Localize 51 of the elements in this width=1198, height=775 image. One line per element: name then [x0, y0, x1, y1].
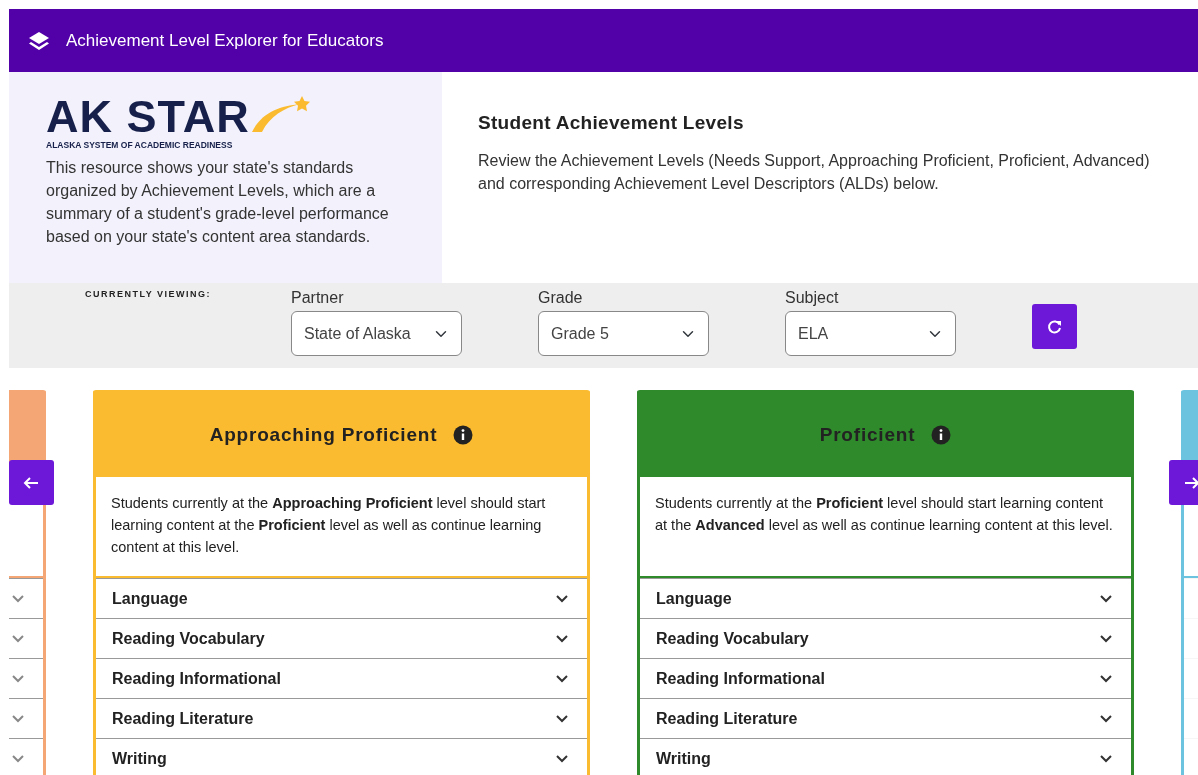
chevron-down-icon — [1099, 712, 1113, 725]
chevron-down-icon — [11, 592, 25, 605]
category-label[interactable]: Writing — [656, 746, 711, 771]
card-description: Students currently at the Approaching Proficient level should start learning content at the Proficient level as well as continue learning content at this level. — [111, 494, 547, 557]
chevron-down-icon — [11, 752, 25, 765]
refresh-button[interactable] — [1032, 304, 1077, 349]
refresh-icon — [1046, 318, 1063, 335]
field-label: Grade — [538, 288, 584, 308]
category-label[interactable]: Reading Informational — [656, 666, 825, 691]
logo-subtitle: ALASKA SYSTEM OF ACADEMIC READINESS — [46, 139, 234, 152]
chevron-down-icon — [555, 712, 569, 725]
select-field[interactable]: State of Alaska — [291, 311, 462, 356]
previous-button[interactable] — [9, 460, 54, 505]
info-icon — [931, 425, 952, 445]
logo-title: AK STAR — [46, 94, 250, 139]
chevron-down-icon — [11, 712, 25, 725]
chevron-down-icon — [11, 672, 25, 685]
chevron-down-icon — [555, 592, 569, 605]
chevron-down-icon — [1099, 632, 1113, 645]
category-label[interactable]: Reading Literature — [112, 706, 254, 731]
section-title: Student Achievement Levels — [478, 112, 745, 135]
select-field[interactable]: ELA — [785, 311, 956, 356]
category-label[interactable]: Reading Literature — [656, 706, 798, 731]
category-label[interactable]: Writing — [112, 746, 167, 771]
chevron-down-icon — [555, 752, 569, 765]
field-label: Subject — [785, 288, 840, 308]
category-label[interactable]: Reading Informational — [112, 666, 281, 691]
app-title: Achievement Level Explorer for Educators — [66, 29, 384, 52]
intro-text: This resource shows your state's standards organized by Achievement Levels, which are a summary of a student's grade-level performance based on your state's content area standards. — [46, 157, 390, 247]
arrow-left-icon — [23, 474, 40, 491]
section-text: Review the Achievement Levels (Needs Support, Approaching Proficient, Proficient, Advanced) and corresponding Achievement Level Descriptors (ALDs) below. — [478, 150, 1151, 194]
field-label: Partner — [291, 288, 345, 308]
card-description: Students currently at the Proficient level should start learning content at the Advanced level as well as continue learning content at this level. — [655, 494, 1114, 535]
chevron-down-icon — [11, 632, 25, 645]
layers-icon — [28, 30, 50, 51]
filter-caption: CURRENTLY VIEWING: — [85, 289, 211, 299]
select-field[interactable]: Grade 5 — [538, 311, 709, 356]
chevron-down-icon — [555, 672, 569, 685]
chevron-down-icon — [555, 632, 569, 645]
chevron-down-icon — [1099, 752, 1113, 765]
star-swoosh-icon — [249, 94, 310, 134]
category-label[interactable]: Reading Vocabulary — [656, 626, 809, 651]
chevron-down-icon — [1099, 592, 1113, 605]
chevron-down-icon — [1099, 672, 1113, 685]
category-label[interactable]: Reading Vocabulary — [112, 626, 265, 651]
arrow-right-icon — [1183, 474, 1198, 491]
card-title: Approaching Proficient — [209, 422, 438, 447]
category-label[interactable]: Language — [656, 586, 732, 611]
card-title: Proficient — [819, 422, 916, 447]
category-label[interactable]: Language — [112, 586, 188, 611]
info-icon — [453, 425, 474, 445]
